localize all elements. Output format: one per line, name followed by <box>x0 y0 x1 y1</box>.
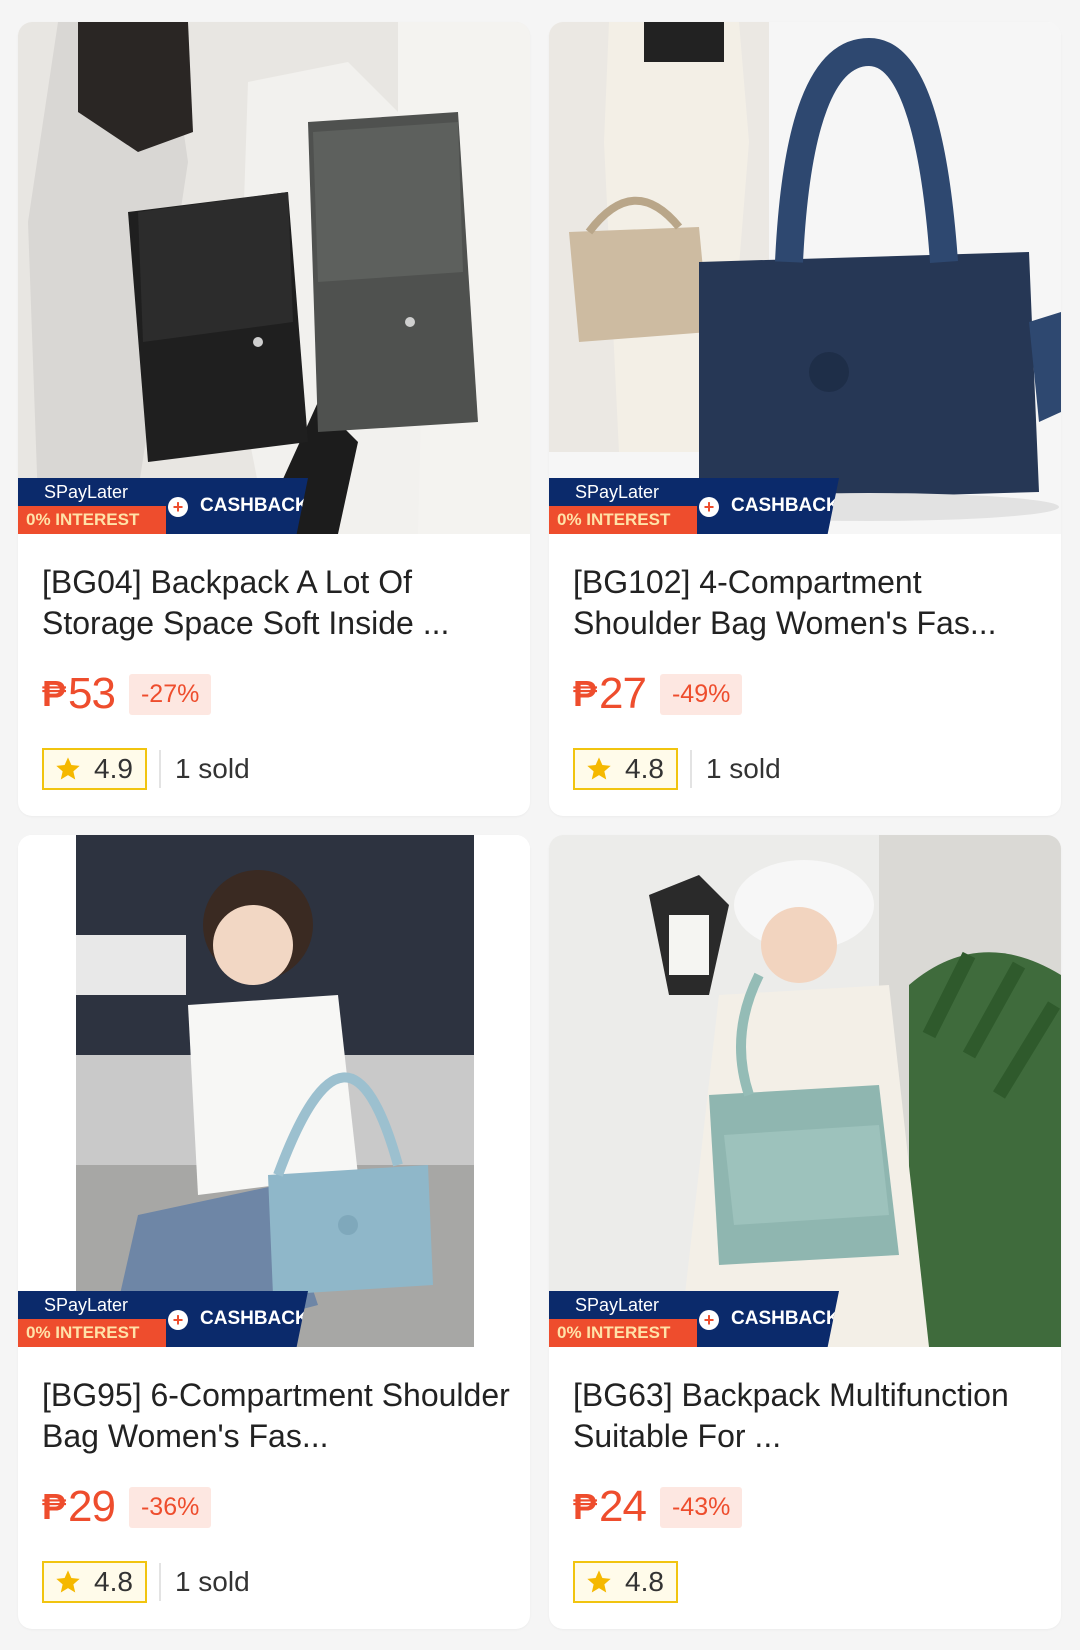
currency-symbol: ₱ <box>573 673 598 714</box>
rating-value: 4.8 <box>625 1566 664 1597</box>
product-card[interactable]: SPayLater 0% INTEREST CASHBACK + [BG63] … <box>549 835 1061 1629</box>
rating-value: 4.8 <box>625 753 664 784</box>
product-image[interactable]: SPayLater 0% INTEREST CASHBACK + <box>549 835 1061 1347</box>
rating-value: 4.9 <box>94 753 133 784</box>
product-price: 24 <box>599 1482 647 1531</box>
plus-circle-icon: + <box>168 497 188 517</box>
rating-badge: 4.8 <box>42 1561 147 1603</box>
backpack-photo <box>549 835 1061 1347</box>
meta-row: 4.8 1 sold <box>42 1559 250 1605</box>
currency-symbol: ₱ <box>42 673 67 714</box>
divider <box>689 750 692 788</box>
interest-label: 0% INTEREST <box>18 506 180 534</box>
product-price: 27 <box>599 669 647 718</box>
plus-circle-icon: + <box>168 1310 188 1330</box>
product-card[interactable]: SPayLater 0% INTEREST CASHBACK + [BG102]… <box>549 22 1061 816</box>
meta-row: 4.8 <box>573 1559 678 1605</box>
rating-badge: 4.8 <box>573 1561 678 1603</box>
currency-symbol: ₱ <box>573 1486 598 1527</box>
discount-badge: -36% <box>128 1486 212 1528</box>
spaylater-badge: SPayLater 0% INTEREST <box>18 1291 180 1347</box>
shoulder-bag-photo <box>549 22 1061 534</box>
divider <box>158 1563 161 1601</box>
meta-row: 4.8 1 sold <box>573 746 781 792</box>
rating-value: 4.8 <box>94 1566 133 1597</box>
star-icon <box>56 1570 80 1593</box>
meta-row: 4.9 1 sold <box>42 746 250 792</box>
product-price: 53 <box>68 669 116 718</box>
currency-symbol: ₱ <box>42 1486 67 1527</box>
product-image[interactable]: SPayLater 0% INTEREST CASHBACK + <box>549 22 1061 534</box>
discount-badge: -43% <box>659 1486 743 1528</box>
sold-count: 1 sold <box>174 753 250 784</box>
discount-badge: -27% <box>128 673 212 715</box>
star-icon <box>587 1570 611 1593</box>
star-icon <box>587 757 611 780</box>
product-card[interactable]: SPayLater 0% INTEREST CASHBACK + [BG95] … <box>18 835 530 1629</box>
divider <box>158 750 161 788</box>
spaylater-badge: SPayLater 0% INTEREST <box>18 478 180 534</box>
price-row: ₱ 24 -43% <box>573 1482 743 1531</box>
rating-badge: 4.8 <box>573 748 678 790</box>
price-row: ₱ 53 -27% <box>42 669 212 718</box>
rating-badge: 4.9 <box>42 748 147 790</box>
spaylater-cashback-banner: SPayLater 0% INTEREST CASHBACK + <box>549 1291 839 1347</box>
spaylater-badge: SPayLater 0% INTEREST <box>549 478 711 534</box>
discount-badge: -49% <box>659 673 743 715</box>
spaylater-badge: SPayLater 0% INTEREST <box>549 1291 711 1347</box>
product-price: 29 <box>68 1482 116 1531</box>
sold-count: 1 sold <box>174 1566 250 1597</box>
product-grid: SPayLater 0% INTEREST CASHBACK + [BG04] … <box>0 0 1080 1650</box>
product-title[interactable]: [BG102] 4-Compartment Shoulder Bag Women… <box>573 562 1043 644</box>
spaylater-label: SPayLater <box>18 1291 166 1319</box>
interest-label: 0% INTEREST <box>18 1319 180 1347</box>
star-icon <box>56 757 80 780</box>
product-image[interactable]: SPayLater 0% INTEREST CASHBACK + <box>18 22 530 534</box>
backpack-photo <box>18 22 530 534</box>
product-title[interactable]: [BG04] Backpack A Lot Of Storage Space S… <box>42 562 512 644</box>
spaylater-label: SPayLater <box>18 478 166 506</box>
spaylater-label: SPayLater <box>549 1291 697 1319</box>
spaylater-cashback-banner: SPayLater 0% INTEREST CASHBACK + <box>18 478 308 534</box>
spaylater-label: SPayLater <box>549 478 697 506</box>
product-title[interactable]: [BG95] 6-Compartment Shoulder Bag Women'… <box>42 1375 512 1457</box>
product-image[interactable]: SPayLater 0% INTEREST CASHBACK + <box>18 835 530 1347</box>
product-card[interactable]: SPayLater 0% INTEREST CASHBACK + [BG04] … <box>18 22 530 816</box>
interest-label: 0% INTEREST <box>549 1319 711 1347</box>
price-row: ₱ 29 -36% <box>42 1482 212 1531</box>
product-title[interactable]: [BG63] Backpack Multifunction Suitable F… <box>573 1375 1043 1457</box>
shoulder-bag-photo <box>18 835 530 1347</box>
price-row: ₱ 27 -49% <box>573 669 743 718</box>
plus-circle-icon: + <box>699 497 719 517</box>
spaylater-cashback-banner: SPayLater 0% INTEREST CASHBACK + <box>18 1291 308 1347</box>
sold-count: 1 sold <box>705 753 781 784</box>
interest-label: 0% INTEREST <box>549 506 711 534</box>
plus-circle-icon: + <box>699 1310 719 1330</box>
spaylater-cashback-banner: SPayLater 0% INTEREST CASHBACK + <box>549 478 839 534</box>
